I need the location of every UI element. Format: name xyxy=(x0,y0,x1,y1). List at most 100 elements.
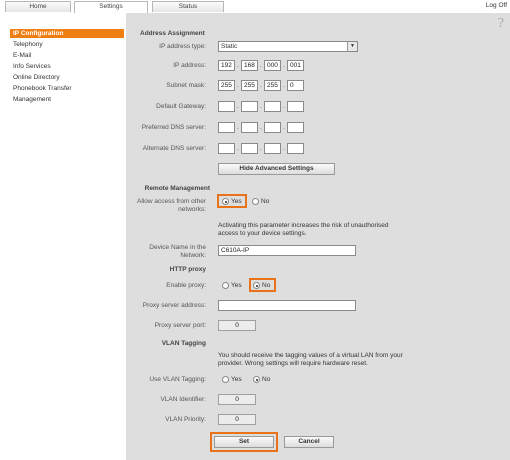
preferred-dns-label: Preferred DNS server: xyxy=(141,124,206,131)
dot: . xyxy=(237,82,239,89)
device-name-label: Device Name in the Network: xyxy=(126,244,206,260)
dot: . xyxy=(237,124,239,131)
gateway-octet-3[interactable] xyxy=(264,101,281,112)
pref-dns-octet-3[interactable] xyxy=(264,122,281,133)
use-vlan-label: Use VLAN Tagging: xyxy=(149,376,206,383)
sidebar-item-info-services[interactable]: Info Services xyxy=(10,62,124,71)
proxy-port-label: Proxy server port: xyxy=(154,322,206,329)
help-icon[interactable]: ? xyxy=(498,16,504,32)
sidebar-item-phonebook-transfer[interactable]: Phonebook Transfer xyxy=(10,84,124,93)
gateway-octet-2[interactable] xyxy=(241,101,258,112)
sidebar-item-telephony[interactable]: Telephony xyxy=(10,40,124,49)
proxy-yes-radio[interactable] xyxy=(222,282,229,289)
allow-access-label-line1: Allow access from other xyxy=(137,198,206,205)
allow-access-label-line2: networks: xyxy=(178,206,206,213)
proxy-address-input[interactable] xyxy=(218,300,356,311)
ip-octet-4[interactable]: 001 xyxy=(287,60,304,71)
top-tab-bar: Home Settings Status Log Off xyxy=(0,0,510,13)
alt-dns-octet-4[interactable] xyxy=(287,143,304,154)
dot: . xyxy=(260,124,262,131)
dot: . xyxy=(237,145,239,152)
allow-access-label: Allow access from other networks: xyxy=(126,198,206,214)
proxy-no-label: No xyxy=(262,282,271,289)
alt-dns-octet-1[interactable] xyxy=(218,143,235,154)
sidebar-item-online-directory[interactable]: Online Directory xyxy=(10,73,124,82)
dot: . xyxy=(260,145,262,152)
vlan-identifier-input[interactable]: 0 xyxy=(218,394,256,405)
subnet-octet-3[interactable]: 255 xyxy=(264,80,281,91)
proxy-yes-label: Yes xyxy=(231,282,242,289)
device-name-label-line1: Device Name in the xyxy=(149,244,206,251)
pref-dns-octet-1[interactable] xyxy=(218,122,235,133)
dot: . xyxy=(283,145,285,152)
subnet-mask-label: Subnet mask: xyxy=(166,82,206,89)
chevron-down-icon: ▼ xyxy=(347,42,357,51)
vlan-note-line1: You should receive the tagging values of… xyxy=(218,352,403,359)
allow-access-no-radio[interactable] xyxy=(252,198,259,205)
dot: . xyxy=(283,124,285,131)
ip-type-label: IP address type: xyxy=(159,43,206,50)
vlan-no-label: No xyxy=(262,376,271,383)
cancel-button[interactable]: Cancel xyxy=(284,436,334,448)
proxy-no-radio[interactable] xyxy=(253,282,260,289)
remote-management-header: Remote Management xyxy=(144,185,210,192)
alt-dns-octet-3[interactable] xyxy=(264,143,281,154)
dot: . xyxy=(237,103,239,110)
set-button[interactable]: Set xyxy=(214,436,274,448)
dot: . xyxy=(260,82,262,89)
pref-dns-octet-4[interactable] xyxy=(287,122,304,133)
sidebar-item-email[interactable]: E-Mail xyxy=(10,51,124,60)
sidebar-item-ip-configuration[interactable]: IP Configuration xyxy=(10,29,124,38)
allow-access-no-label: No xyxy=(261,198,270,205)
allow-access-yes-label: Yes xyxy=(231,198,242,205)
http-proxy-header: HTTP proxy xyxy=(169,266,206,273)
vlan-yes-label: Yes xyxy=(231,376,242,383)
proxy-port-input[interactable]: 0 xyxy=(218,320,256,331)
device-name-input[interactable]: C610A-IP xyxy=(218,245,356,256)
gateway-octet-4[interactable] xyxy=(287,101,304,112)
ip-octet-1[interactable]: 192 xyxy=(218,60,235,71)
vlan-no-radio[interactable] xyxy=(253,376,260,383)
tab-home[interactable]: Home xyxy=(5,1,71,12)
vlan-note: You should receive the tagging values of… xyxy=(218,352,403,368)
pref-dns-octet-2[interactable] xyxy=(241,122,258,133)
hide-advanced-settings-button[interactable]: Hide Advanced Settings xyxy=(218,163,335,175)
dot: . xyxy=(260,103,262,110)
vlan-identifier-label: VLAN Identifier: xyxy=(160,396,206,403)
tab-status[interactable]: Status xyxy=(152,1,224,12)
dot: . xyxy=(283,82,285,89)
gateway-octet-1[interactable] xyxy=(218,101,235,112)
vlan-priority-label: VLAN Priority: xyxy=(165,416,206,423)
remote-warning-line2: access to your device settings. xyxy=(218,230,307,237)
alt-dns-octet-2[interactable] xyxy=(241,143,258,154)
dot: . xyxy=(260,62,262,69)
alternate-dns-label: Alternate DNS server: xyxy=(142,145,206,152)
tab-settings[interactable]: Settings xyxy=(74,1,148,13)
dot: . xyxy=(283,103,285,110)
dot: . xyxy=(283,62,285,69)
vlan-yes-radio[interactable] xyxy=(222,376,229,383)
subnet-octet-2[interactable]: 255 xyxy=(241,80,258,91)
ip-octet-2[interactable]: 168 xyxy=(241,60,258,71)
ip-type-value: Static xyxy=(221,43,238,50)
address-assignment-header: Address Assignment xyxy=(140,30,205,37)
remote-warning-note: Activating this parameter increases the … xyxy=(218,222,389,238)
vlan-note-line2: provider. Wrong settings will require ha… xyxy=(218,360,368,367)
sidebar-item-management[interactable]: Management xyxy=(10,95,124,104)
log-off-link[interactable]: Log Off xyxy=(486,2,507,9)
device-name-label-line2: Network: xyxy=(180,252,206,259)
proxy-address-label: Proxy server address: xyxy=(142,302,206,309)
vlan-tagging-header: VLAN Tagging xyxy=(161,340,206,347)
vlan-priority-input[interactable]: 0 xyxy=(218,414,256,425)
settings-panel: ? Address Assignment IP address type: St… xyxy=(126,13,510,460)
remote-warning-line1: Activating this parameter increases the … xyxy=(218,222,389,229)
allow-access-yes-radio[interactable] xyxy=(222,198,229,205)
dot: . xyxy=(237,62,239,69)
enable-proxy-label: Enable proxy: xyxy=(166,282,206,289)
ip-octet-3[interactable]: 000 xyxy=(264,60,281,71)
ip-type-select[interactable]: Static ▼ xyxy=(218,41,358,52)
subnet-octet-4[interactable]: 0 xyxy=(287,80,304,91)
subnet-octet-1[interactable]: 255 xyxy=(218,80,235,91)
default-gateway-label: Default Gateway: xyxy=(156,103,206,110)
ip-address-label: IP address: xyxy=(173,62,206,69)
